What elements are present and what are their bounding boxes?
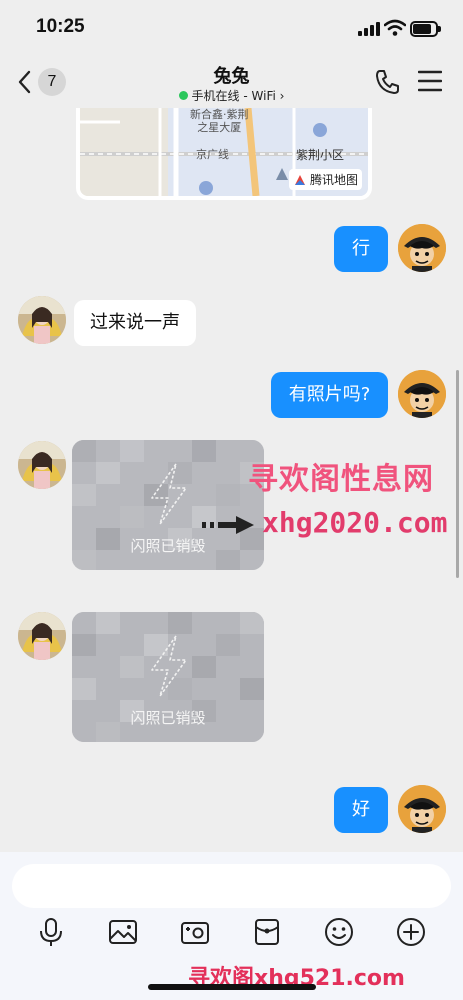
message-bubble-outgoing[interactable]: 行 xyxy=(334,226,388,272)
my-avatar[interactable] xyxy=(398,224,446,272)
arrow-right-icon xyxy=(202,516,254,534)
scrollbar[interactable] xyxy=(456,370,459,578)
map-label-building: 新合鑫·紫荆 之星大厦 xyxy=(190,108,249,134)
presence-text: 手机在线 - WiFi xyxy=(191,89,276,103)
presence-chevron-icon: › xyxy=(279,89,285,103)
map-brand: 腾讯地图 xyxy=(288,169,362,190)
cellular-signal-icon xyxy=(358,22,380,36)
red-packet-icon[interactable] xyxy=(251,916,283,948)
contact-photo-image xyxy=(18,296,66,344)
emoji-icon[interactable] xyxy=(323,916,355,948)
luffy-avatar-image xyxy=(398,785,446,833)
battery-icon xyxy=(410,21,441,37)
phone-call-icon[interactable] xyxy=(374,68,402,96)
message-composer: 寻欢阁xhg521.com xyxy=(0,852,463,1000)
message-bubble-outgoing[interactable]: 有照片吗? xyxy=(271,372,388,418)
contact-photo-image xyxy=(18,612,66,660)
online-status-dot xyxy=(178,91,188,100)
message-bubble-incoming[interactable]: 过来说一声 xyxy=(74,300,196,346)
home-indicator[interactable] xyxy=(148,984,316,990)
map-label-district: 紫荆小区 xyxy=(296,148,345,162)
contact-photo-image xyxy=(18,441,66,489)
luffy-avatar-image xyxy=(398,224,446,272)
status-time: 10:25 xyxy=(36,16,85,37)
chat-header: 兔兔 手机在线 - WiFi › 7 xyxy=(0,58,463,110)
lightning-bolt-icon xyxy=(151,463,187,525)
map-brand-label: 腾讯地图 xyxy=(309,173,358,187)
wifi-icon xyxy=(384,19,406,36)
contact-avatar[interactable] xyxy=(18,612,66,660)
plus-icon[interactable] xyxy=(395,916,427,948)
flash-photo-status: 闪照已销毁 xyxy=(130,709,206,727)
camera-icon[interactable] xyxy=(179,916,211,948)
status-bar: 10:25 xyxy=(0,0,463,58)
message-input[interactable] xyxy=(12,864,451,908)
back-button[interactable]: 7 xyxy=(16,66,72,98)
location-map-card[interactable]: 新合鑫·紫荆 之星大厦 京广线 紫荆小区 腾讯地图 xyxy=(76,108,372,200)
my-avatar[interactable] xyxy=(398,370,446,418)
flash-photo-card[interactable]: 闪照已销毁 xyxy=(72,612,264,742)
flash-photo-status: 闪照已销毁 xyxy=(130,537,206,555)
contact-avatar[interactable] xyxy=(18,441,66,489)
watermark-site-url: xhg2020.com xyxy=(262,506,448,539)
microphone-icon[interactable] xyxy=(35,916,67,948)
my-avatar[interactable] xyxy=(398,785,446,833)
tencent-map-logo-icon xyxy=(294,174,305,185)
map-label-rail: 京广线 xyxy=(196,148,229,161)
luffy-avatar-image xyxy=(398,370,446,418)
watermark-site-name: 寻欢阁性息网 xyxy=(248,462,434,497)
message-bubble-outgoing[interactable]: 好 xyxy=(334,787,388,833)
chevron-left-icon xyxy=(18,70,31,94)
unread-count-badge: 7 xyxy=(38,68,66,96)
menu-icon[interactable] xyxy=(418,70,442,92)
flash-photo-card[interactable]: 闪照已销毁 xyxy=(72,440,264,570)
image-icon[interactable] xyxy=(107,916,139,948)
lightning-bolt-icon xyxy=(151,635,187,697)
map-preview: 新合鑫·紫荆 之星大厦 京广线 紫荆小区 腾讯地图 xyxy=(80,108,368,196)
contact-avatar[interactable] xyxy=(18,296,66,344)
